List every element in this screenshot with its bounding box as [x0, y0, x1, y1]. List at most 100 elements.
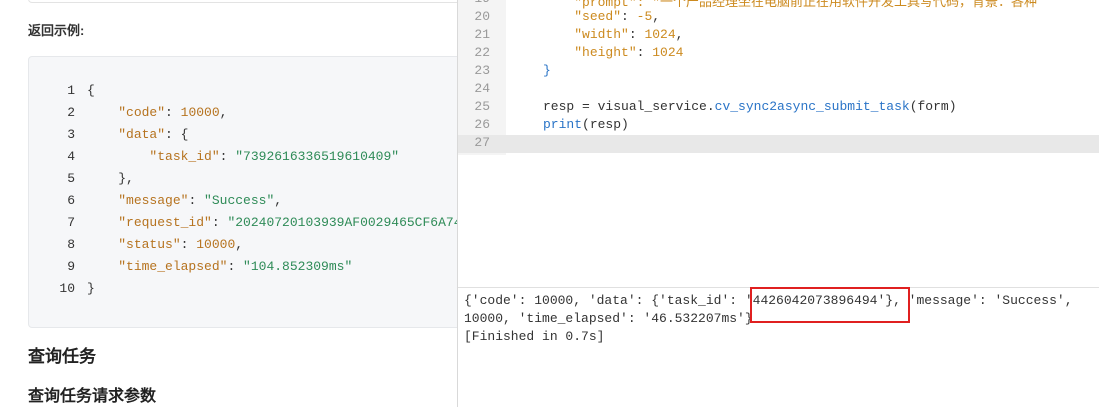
editor-line-number: 22 — [474, 45, 490, 60]
editor-line-number: 25 — [474, 99, 490, 114]
code-token: "request_id" — [118, 215, 212, 230]
editor-line-text: "seed": -5, — [543, 9, 660, 24]
editor-line-text: } — [543, 63, 551, 78]
doc-line-number: 7 — [67, 215, 75, 230]
code-token: "Success" — [204, 193, 275, 208]
code-token: }, — [118, 171, 134, 186]
code-token: : — [636, 45, 653, 60]
heading-query-params: 查询任务请求参数 — [28, 388, 157, 405]
editor-line-text: "width": 1024, — [543, 27, 683, 42]
previous-block — [28, 0, 457, 3]
editor-line[interactable]: 25 resp = visual_service.cv_sync2async_su… — [458, 99, 1099, 117]
doc-code-line: } — [87, 281, 95, 296]
editor-line[interactable]: 20 "seed": -5, — [458, 9, 1099, 27]
code-token: cv_sync2async_submit_task — [714, 99, 910, 114]
code-token: } — [87, 281, 95, 296]
response-code-block: 1 {2 "code": 10000, 3 "data": {4 "task_id"… — [28, 56, 457, 328]
heading-query-task: 查询任务 — [28, 347, 96, 366]
editor-line-text: print(resp) — [543, 117, 629, 132]
code-token: : — [211, 215, 228, 230]
response-example-label: 返回示例: — [28, 23, 85, 38]
code-token: : — [165, 105, 181, 120]
code-token: : — [621, 9, 637, 24]
doc-line-number: 3 — [67, 127, 75, 142]
code-token: : — [628, 27, 645, 42]
editor-line-number: 24 — [474, 81, 490, 96]
editor-line[interactable]: 27 — [458, 135, 1099, 153]
doc-panel: 返回示例: 1 {2 "code": 10000, 3 "data": {4 "ta… — [0, 0, 457, 407]
code-token: , — [235, 237, 244, 252]
doc-line-number: 1 — [67, 83, 75, 98]
code-token: print — [543, 117, 583, 132]
doc-line-number: 9 — [67, 259, 75, 274]
doc-code-line: }, — [87, 171, 134, 186]
editor-line-number: 26 — [474, 117, 490, 132]
editor-line[interactable]: 21 "width": 1024, — [458, 27, 1099, 45]
code-token: 1024 — [644, 27, 676, 42]
code-token: : — [180, 237, 197, 252]
doc-line-number: 10 — [59, 281, 75, 296]
code-token: "height" — [574, 45, 637, 60]
doc-code-line: "code": 10000, — [87, 105, 227, 120]
editor-line-number: 20 — [474, 9, 490, 24]
code-token: 10000 — [180, 105, 220, 120]
editor-line[interactable]: 24 — [458, 81, 1099, 99]
editor-line[interactable]: 19 "prompt": "一个产品经理坐在电脑前正在用软件开发工具写代码，背景… — [458, 0, 1099, 10]
doc-line-number: 8 — [67, 237, 75, 252]
code-token: (resp) — [582, 117, 629, 132]
doc-line-number: 5 — [67, 171, 75, 186]
editor-line-number: 21 — [474, 27, 490, 42]
code-token: "message" — [118, 193, 189, 208]
editor-line[interactable]: 22 "height": 1024 — [458, 45, 1099, 63]
code-token: : — [219, 149, 236, 164]
code-token: : — [188, 193, 205, 208]
code-editor[interactable]: 19 "prompt": "一个产品经理坐在电脑前正在用软件开发工具写代码，背景… — [457, 0, 1099, 407]
code-token: resp = visual_service. — [543, 99, 715, 114]
doc-code-line: "data": { — [87, 127, 188, 142]
editor-line-text: resp = visual_service.cv_sync2async_subm… — [543, 99, 957, 114]
console-line: [Finished in 0.7s] — [464, 329, 605, 344]
code-token: "width" — [574, 27, 629, 42]
code-token: "task_id" — [149, 149, 220, 164]
code-token: } — [543, 63, 551, 78]
editor-line-number: 27 — [474, 135, 490, 150]
code-token: "seed" — [574, 9, 622, 24]
code-token: , — [274, 193, 283, 208]
code-token: : — [227, 259, 244, 274]
doc-code-line: "task_id": "7392616336519610409" — [87, 149, 399, 164]
doc-code-line: "time_elapsed": "104.852309ms" — [87, 259, 352, 274]
code-token: 10000 — [196, 237, 236, 252]
code-token: "status" — [118, 237, 181, 252]
editor-line[interactable]: 26 print(resp) — [458, 117, 1099, 135]
code-token: "data" — [118, 127, 166, 142]
editor-line-number: 23 — [474, 63, 490, 78]
code-token: "code" — [118, 105, 166, 120]
code-token: "time_elapsed" — [118, 259, 228, 274]
doc-line-number: 4 — [67, 149, 75, 164]
code-token: "20240720103939AF0029465CF6A74 — [227, 215, 457, 230]
task-id-highlight-box — [750, 287, 910, 323]
code-token: -5 — [636, 9, 653, 24]
code-token: (form) — [909, 99, 957, 114]
code-token: "7392616336519610409" — [235, 149, 400, 164]
code-token: : { — [165, 127, 189, 142]
code-token: { — [87, 83, 95, 98]
editor-line-text: "height": 1024 — [543, 45, 683, 60]
doc-code-line: "message": "Success", — [87, 193, 282, 208]
doc-code-line: "status": 10000, — [87, 237, 243, 252]
code-token: , — [675, 27, 684, 42]
editor-line-number: 19 — [458, 0, 490, 6]
editor-line[interactable]: 23} — [458, 63, 1099, 81]
doc-code-line: "request_id": "20240720103939AF0029465CF… — [87, 215, 457, 230]
